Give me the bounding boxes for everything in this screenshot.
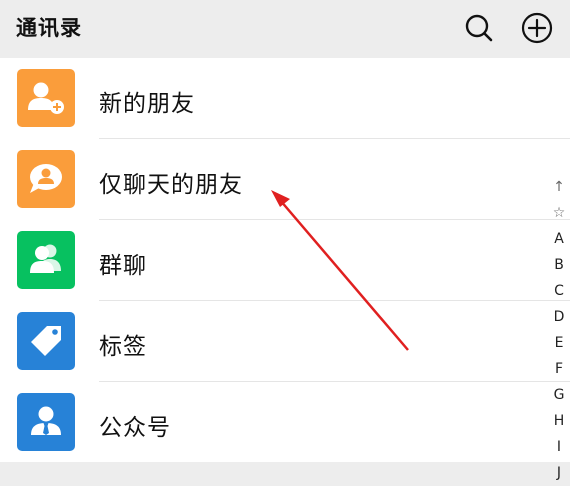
index-letter[interactable]: C [548, 278, 570, 304]
index-letter[interactable]: H [548, 408, 570, 434]
index-top[interactable]: ↑ [548, 174, 570, 200]
search-button[interactable] [462, 11, 496, 45]
list-footer-gap [0, 462, 570, 480]
index-letter[interactable]: D [548, 304, 570, 330]
add-friend-icon [17, 69, 75, 127]
index-star[interactable]: ☆ [548, 200, 570, 226]
index-letter[interactable]: A [548, 226, 570, 252]
list-item-label: 仅聊天的朋友 [99, 172, 243, 198]
list-item-label: 新的朋友 [99, 91, 195, 117]
tag-icon [17, 312, 75, 370]
page-title: 通讯录 [16, 16, 82, 40]
index-letter[interactable]: G [548, 382, 570, 408]
list-item-label: 标签 [99, 334, 147, 360]
alphabet-index-bar[interactable]: ↑ ☆ A B C D E F G H I J [548, 174, 570, 486]
index-letter[interactable]: F [548, 356, 570, 382]
list-item-chat-only-friends[interactable]: 仅聊天的朋友 [0, 139, 570, 220]
index-letter[interactable]: B [548, 252, 570, 278]
index-letter[interactable]: I [548, 434, 570, 460]
plus-circle-icon [521, 12, 553, 44]
search-icon [465, 14, 493, 42]
list-item-group-chats[interactable]: 群聊 [0, 220, 570, 301]
list-item-label: 公众号 [99, 415, 171, 441]
top-bar: 通讯录 [0, 0, 570, 58]
chat-only-friend-icon [17, 150, 75, 208]
add-button[interactable] [520, 11, 554, 45]
group-chat-icon [17, 231, 75, 289]
list-item-new-friends[interactable]: 新的朋友 [0, 58, 570, 139]
official-account-icon [17, 393, 75, 451]
list-item-official-accounts[interactable]: 公众号 [0, 382, 570, 463]
contacts-function-list: 新的朋友 仅聊天的朋友 群聊 标签 公众号 [0, 58, 570, 462]
list-item-tags[interactable]: 标签 [0, 301, 570, 382]
index-letter[interactable]: E [548, 330, 570, 356]
list-item-label: 群聊 [99, 253, 147, 279]
index-letter[interactable]: J [548, 460, 570, 486]
